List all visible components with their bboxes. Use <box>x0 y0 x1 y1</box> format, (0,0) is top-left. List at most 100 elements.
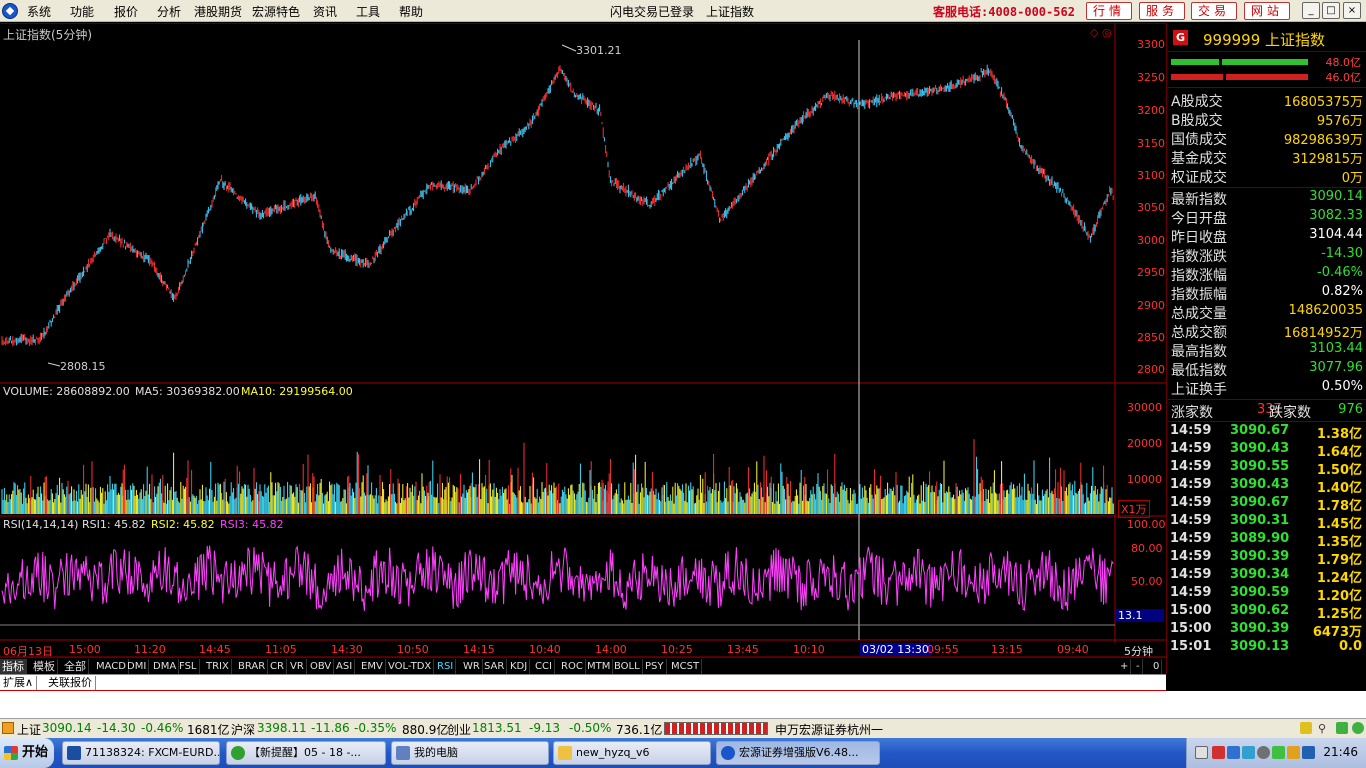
tab-rsi[interactable]: RSI <box>435 659 457 674</box>
tab-all[interactable]: 全部 <box>62 659 89 674</box>
chart-options-icon[interactable]: ◇ ◎ <box>1090 26 1112 39</box>
tab-psy[interactable]: PSY <box>643 659 667 674</box>
tab-fsl[interactable]: FSL <box>177 659 200 674</box>
settings-icon[interactable] <box>1257 746 1270 759</box>
security-icon[interactable] <box>1272 746 1285 759</box>
ma5-label: MA5: 30369382.00 <box>135 385 240 398</box>
expand-button[interactable]: 扩展∧ <box>0 676 38 690</box>
row-value: 3077.96 <box>1309 360 1363 375</box>
task-fxcm[interactable]: 71138324: FXCM-EURD... <box>62 741 220 765</box>
decline-label: 跌家数 <box>1269 405 1311 421</box>
tick-time: 14:59 <box>1170 495 1212 510</box>
related-quotes-tab[interactable]: 关联报价 <box>45 676 96 690</box>
tab-kdj[interactable]: KDJ <box>508 659 531 674</box>
tab-template[interactable]: 模板 <box>31 659 58 674</box>
tab-cci[interactable]: CCI <box>533 659 555 674</box>
volume-icon[interactable] <box>1302 746 1315 759</box>
advance-label: 涨家数 <box>1171 405 1213 421</box>
buy-strength-bar: 48.0亿 <box>1171 56 1361 69</box>
zoom-out-button[interactable]: - <box>1134 659 1143 674</box>
tab-dma[interactable]: DMA <box>151 659 180 674</box>
rsi-title: RSI(14,14,14) <box>3 518 79 531</box>
alert-icon[interactable] <box>1300 722 1312 734</box>
tick-time: 14:59 <box>1170 549 1212 564</box>
tab-asi[interactable]: ASI <box>334 659 356 674</box>
tab-brar[interactable]: BRAR <box>236 659 269 674</box>
app-logo-icon[interactable] <box>2 3 18 19</box>
minimize-button[interactable]: _ <box>1302 2 1320 19</box>
status-menu-icon[interactable] <box>2 722 14 734</box>
menu-news[interactable]: 资讯 <box>313 3 337 20</box>
menu-hongyuan[interactable]: 宏源特色 <box>252 3 300 20</box>
menu-tools[interactable]: 工具 <box>356 3 380 20</box>
menu-bar: 系统 功能 报价 分析 港股期货 宏源特色 资讯 工具 帮助 闪电交易已登录 上… <box>0 0 1366 22</box>
x-axis-label: 10:40 <box>529 643 561 656</box>
close-button[interactable]: × <box>1343 2 1361 19</box>
task-folder[interactable]: new_hyzq_v6 <box>553 741 711 765</box>
panel-tab-bar-bg <box>1166 674 1366 691</box>
network-icon[interactable] <box>1227 746 1240 759</box>
zoom-in-button[interactable]: + <box>1118 659 1132 674</box>
price-chart-canvas[interactable] <box>0 23 1166 660</box>
tab-mtm[interactable]: MTM <box>585 659 614 674</box>
menu-system[interactable]: 系统 <box>27 3 51 20</box>
tick-volume: 1.79亿 <box>1316 553 1362 568</box>
messenger-icon[interactable] <box>1242 746 1255 759</box>
row-label: 指数振幅 <box>1171 287 1227 303</box>
current-security: 上证指数 <box>706 5 755 19</box>
tab-boll[interactable]: BOLL <box>612 659 643 674</box>
trade-button[interactable]: 交易 <box>1191 2 1237 20</box>
tick-row: 14:59 3090.31 1.45亿 <box>1170 513 1362 532</box>
start-button[interactable]: 开始 <box>0 738 54 768</box>
chart-area[interactable]: 上证指数(5分钟) ◇ ◎ 3300 3250 3200 3150 3100 3… <box>0 23 1166 660</box>
menu-analysis[interactable]: 分析 <box>157 3 181 20</box>
task-trading-app[interactable]: 宏源证券增强版V6.48... <box>716 741 880 765</box>
chart-title: 上证指数(5分钟) <box>3 28 92 42</box>
tab-indicator[interactable]: 指标 <box>0 659 27 674</box>
stat-row: 最高指数 3103.44 <box>1171 341 1363 360</box>
antenna-icon[interactable]: ⚲ <box>1318 722 1330 735</box>
x-axis-label: 11:05 <box>265 643 297 656</box>
row-value: -14.30 <box>1321 246 1363 261</box>
row-value: 16814952万 <box>1283 326 1363 341</box>
index-status-bar: 上证 3090.14 -14.30 -0.46% 1681亿 沪深 3398.1… <box>0 718 1366 738</box>
tab-trix[interactable]: TRIX <box>204 659 232 674</box>
volume-row: A股成交 16805375万 <box>1171 91 1363 110</box>
tab-vr[interactable]: VR <box>288 659 307 674</box>
tab-macd[interactable]: MACD <box>94 659 129 674</box>
tab-wr[interactable]: WR <box>461 659 483 674</box>
row-label: 最低指数 <box>1171 363 1227 379</box>
tab-vol-tdx[interactable]: VOL-TDX <box>386 659 435 674</box>
service-button[interactable]: 服务 <box>1139 2 1185 20</box>
tab-roc[interactable]: ROC <box>559 659 586 674</box>
trading-app-icon <box>721 746 735 760</box>
tab-sar[interactable]: SAR <box>482 659 508 674</box>
menu-help[interactable]: 帮助 <box>399 3 423 20</box>
menu-function[interactable]: 功能 <box>70 3 94 20</box>
restore-button[interactable]: □ <box>1322 2 1340 19</box>
menu-quote[interactable]: 报价 <box>114 3 138 20</box>
row-value: -0.46% <box>1317 265 1363 280</box>
tab-cr[interactable]: CR <box>268 659 287 674</box>
quotes-button[interactable]: 行情 <box>1086 2 1132 20</box>
broker-name: 申万宏源证券杭州一 <box>775 723 884 737</box>
flag-icon[interactable] <box>1212 746 1225 759</box>
price-tick: 3300 <box>1137 38 1165 51</box>
tab-dmi[interactable]: DMI <box>125 659 150 674</box>
tab-obv[interactable]: OBV <box>308 659 335 674</box>
task-label: 宏源证券增强版V6.48... <box>739 746 859 759</box>
x-axis-label: 13:45 <box>727 643 759 656</box>
row-label: 总成交额 <box>1171 325 1227 341</box>
cursor-date-label: 03/02 13:30 <box>860 643 931 656</box>
task-my-computer[interactable]: 我的电脑 <box>391 741 549 765</box>
tab-mcst[interactable]: MCST <box>669 659 703 674</box>
reset-button[interactable]: 0 <box>1151 659 1163 674</box>
menu-hk-futures[interactable]: 港股期货 <box>194 3 242 20</box>
row-label: 权证成交 <box>1171 170 1227 186</box>
task-browser[interactable]: 【新提醒】05 - 18 -... <box>226 741 386 765</box>
website-button[interactable]: 网站 <box>1244 2 1290 20</box>
connection-icon[interactable] <box>1336 722 1348 734</box>
keyboard-icon[interactable] <box>1195 746 1208 759</box>
update-icon[interactable] <box>1287 746 1300 759</box>
tab-emv[interactable]: EMV <box>359 659 386 674</box>
